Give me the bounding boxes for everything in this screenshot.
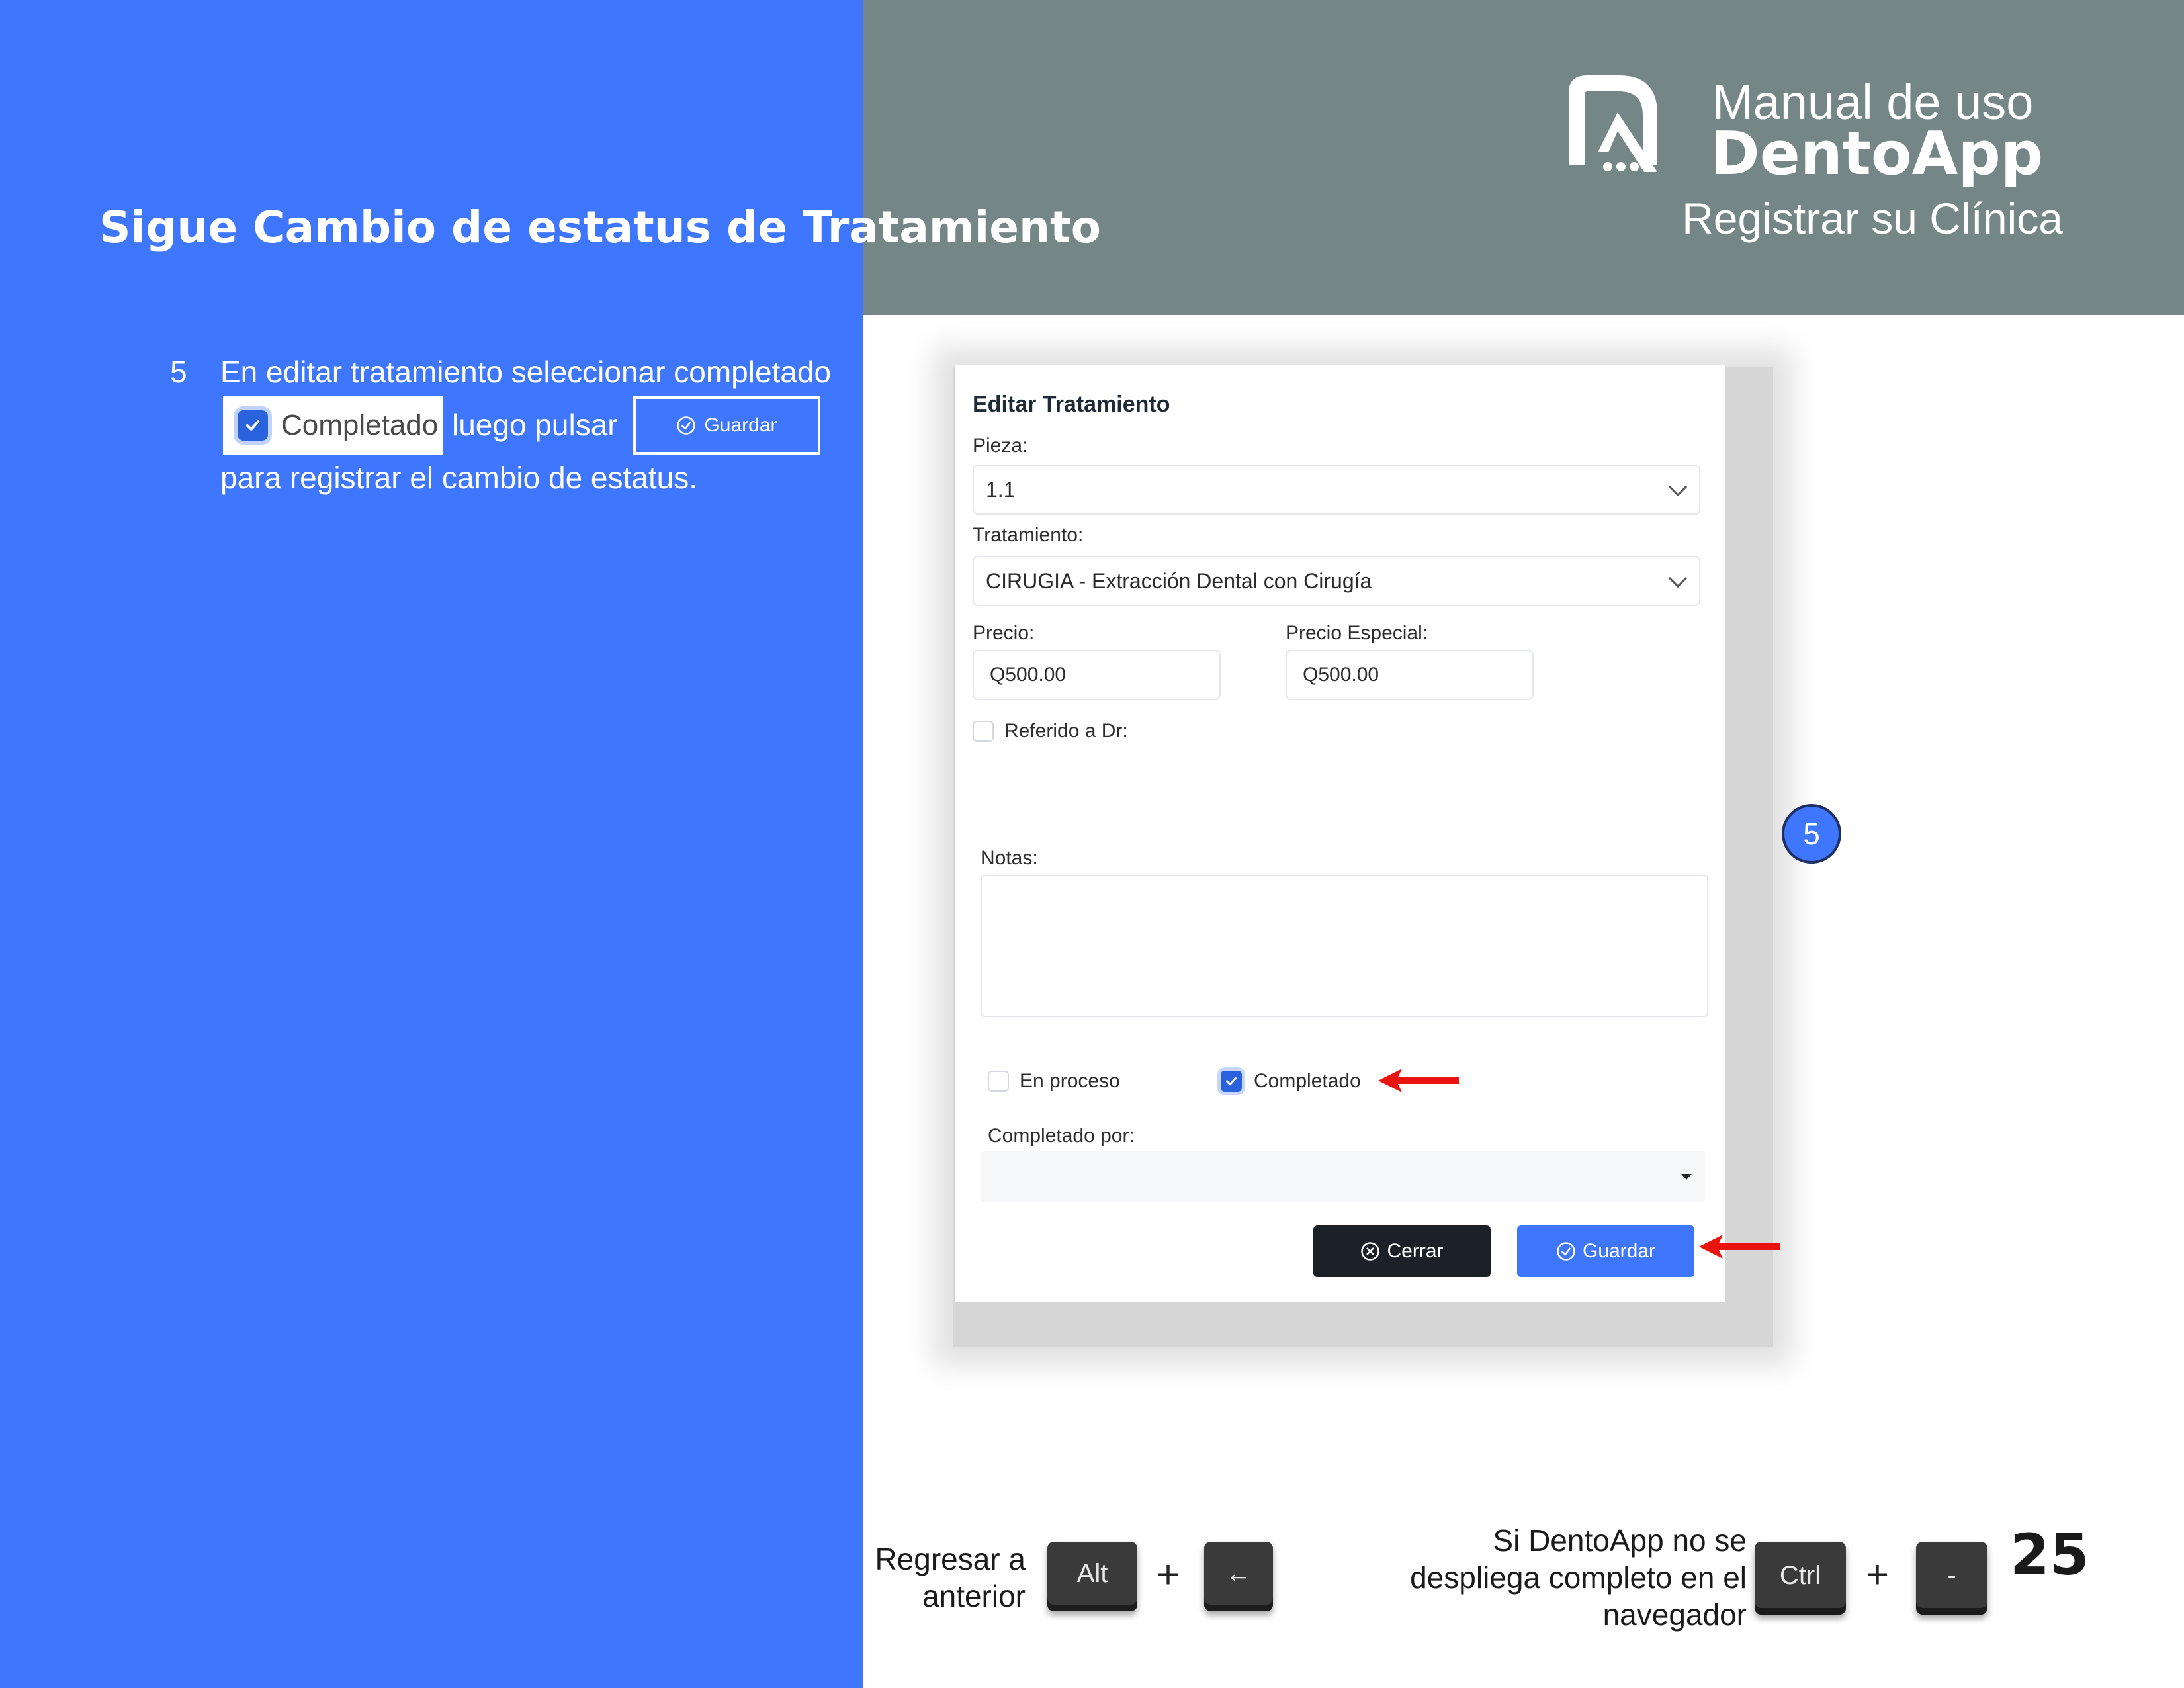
en-proceso-checkbox[interactable] (988, 1071, 1009, 1092)
pieza-value: 1.1 (986, 477, 1016, 502)
precio-especial-label: Precio Especial: (1286, 622, 1428, 644)
inline-guardar-example: Guardar (633, 396, 820, 455)
back-arrow-key: ← (1204, 1542, 1273, 1611)
edit-treatment-modal: Editar Tratamiento Pieza: 1.1 Tratamient… (955, 365, 1725, 1302)
completado-checkbox[interactable] (1221, 1071, 1242, 1092)
dentoapp-logo-icon (1569, 75, 1657, 172)
guardar-label: Guardar (1582, 1240, 1656, 1262)
completado-por-label: Completado por: (988, 1125, 1135, 1147)
chevron-down-icon (1668, 477, 1688, 497)
precio-especial-input[interactable]: Q500.00 (1286, 650, 1534, 700)
caret-down-icon (1681, 1174, 1692, 1180)
brand-name: DentoApp (1710, 119, 2044, 189)
pieza-select[interactable]: 1.1 (973, 465, 1700, 515)
precio-input[interactable]: Q500.00 (973, 650, 1221, 700)
notas-textarea[interactable] (981, 875, 1708, 1017)
step-badge: 5 (1782, 804, 1841, 864)
alt-key: Alt (1047, 1542, 1137, 1611)
left-panel (0, 0, 863, 1688)
step-text-part2: luego pulsar (452, 408, 618, 442)
inline-button-label: Guardar (704, 414, 777, 436)
step-text-part3: para registrar el cambio de estatus. (220, 461, 698, 495)
completado-label: Completado (1254, 1070, 1361, 1092)
brand-subtitle: Registrar su Clínica (1682, 194, 2063, 243)
red-arrow-icon (1378, 1069, 1459, 1092)
precio-label: Precio: (973, 622, 1035, 644)
page-number: 25 (2010, 1522, 2089, 1588)
checkbox-checked-icon (238, 410, 268, 441)
chevron-down-icon (1668, 568, 1688, 588)
referido-label: Referido a Dr: (1004, 720, 1128, 742)
referido-checkbox[interactable] (973, 721, 994, 742)
inline-completado-example: Completado (223, 396, 443, 455)
pieza-label: Pieza: (973, 435, 1028, 457)
plus-sign: + (1157, 1552, 1180, 1597)
tratamiento-label: Tratamiento: (973, 524, 1084, 546)
notas-label: Notas: (981, 847, 1038, 869)
footer-zoom-text: Si DentoApp no se despliega completo en … (1410, 1523, 1747, 1632)
minus-key: - (1916, 1542, 1987, 1615)
check-circle-icon (1557, 1242, 1575, 1261)
step-text-part1: En editar tratamiento seleccionar comple… (220, 355, 832, 389)
modal-title: Editar Tratamiento (973, 392, 1170, 417)
completado-por-select[interactable] (981, 1151, 1705, 1202)
page-title: Sigue Cambio de estatus de Tratamiento (99, 202, 1101, 253)
step-number: 5 (170, 355, 187, 389)
footer-back-text: Regresar a anterior (875, 1542, 1026, 1613)
tratamiento-value: CIRUGIA - Extracción Dental con Cirugía (986, 568, 1372, 593)
tratamiento-select[interactable]: CIRUGIA - Extracción Dental con Cirugía (973, 556, 1700, 606)
red-arrow-icon (1699, 1235, 1780, 1259)
cerrar-button[interactable]: Cerrar (1313, 1225, 1491, 1277)
close-circle-icon (1361, 1242, 1380, 1261)
en-proceso-label: En proceso (1020, 1070, 1120, 1092)
cerrar-label: Cerrar (1387, 1240, 1444, 1262)
check-circle-icon (677, 416, 696, 435)
ctrl-key: Ctrl (1755, 1542, 1846, 1615)
inline-checkbox-label: Completado (281, 409, 439, 441)
check-icon (1225, 1077, 1237, 1086)
plus-sign: + (1866, 1552, 1890, 1597)
guardar-button[interactable]: Guardar (1517, 1225, 1694, 1277)
